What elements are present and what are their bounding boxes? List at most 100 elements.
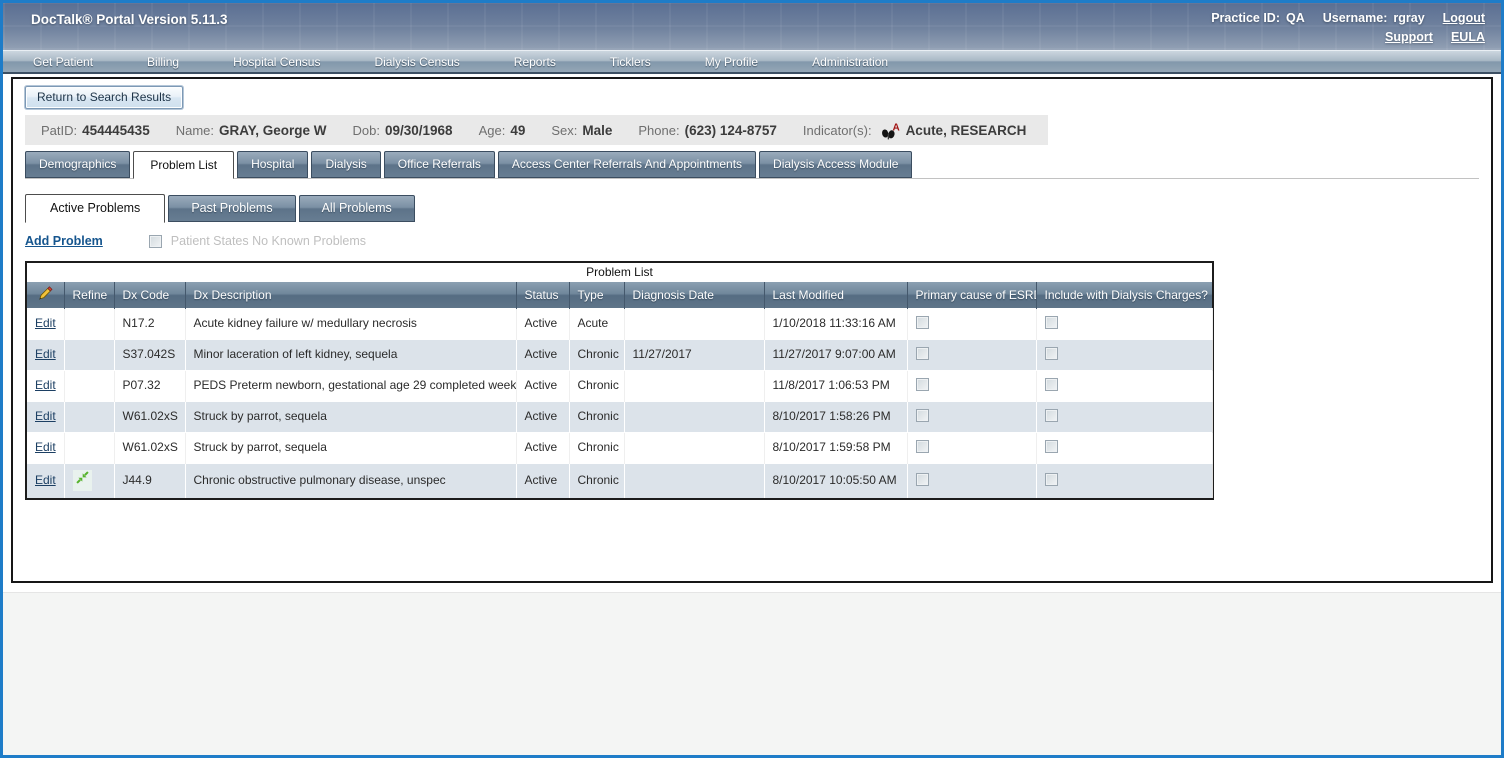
username-label: Username: [1323,11,1388,25]
support-link[interactable]: Support [1385,30,1433,44]
nav-ticklers[interactable]: Ticklers [610,55,651,69]
include-dialysis-charges-checkbox[interactable] [1045,347,1058,360]
include-dialysis-charges-checkbox[interactable] [1045,409,1058,422]
edit-link[interactable]: Edit [35,378,56,392]
diagnosis-date-cell [624,308,764,339]
last-modified-cell: 8/10/2017 10:05:50 AM [764,463,907,498]
return-to-search-button[interactable]: Return to Search Results [25,86,183,109]
edit-link[interactable]: Edit [35,347,56,361]
main-nav: Get Patient Billing Hospital Census Dial… [3,50,1501,74]
tab-dialysis-access-module[interactable]: Dialysis Access Module [759,151,912,178]
main-panel: Return to Search Results PatID:454445435… [11,77,1493,583]
content-area: Return to Search Results PatID:454445435… [3,74,1501,592]
status-cell: Active [516,432,569,463]
username-value: rgray [1393,11,1424,25]
col-last-modified: Last Modified [764,282,907,308]
svg-text:A: A [892,122,899,133]
type-cell: Chronic [569,401,624,432]
col-dx-code: Dx Code [114,282,185,308]
age-label: Age: [479,123,506,138]
pencil-icon [38,290,53,304]
tab-dialysis[interactable]: Dialysis [311,151,380,178]
tab-demographics[interactable]: Demographics [25,151,130,178]
table-row: Edit N17.2Acute kidney failure w/ medulla… [27,308,1212,339]
patient-summary-bar: PatID:454445435 Name:GRAY, George W Dob:… [25,115,1048,145]
diagnosis-date-cell: 11/27/2017 [624,339,764,370]
app-window: DocTalk® Portal Version 5.11.3 Practice … [0,0,1504,758]
col-include-dialysis-charges: Include with Dialysis Charges? [1036,282,1212,308]
col-refine: Refine [64,282,114,308]
status-cell: Active [516,308,569,339]
primary-cause-esrd-checkbox[interactable] [916,473,929,486]
add-problem-link[interactable]: Add Problem [25,234,103,248]
include-dialysis-charges-checkbox[interactable] [1045,378,1058,391]
edit-link[interactable]: Edit [35,316,56,330]
include-dialysis-charges-checkbox[interactable] [1045,316,1058,329]
patient-tabs: Demographics Problem List Hospital Dialy… [25,151,1479,179]
nav-my-profile[interactable]: My Profile [705,55,758,69]
session-line1: Practice ID:QAUsername:rgrayLogout [1205,9,1485,28]
kidney-acute-indicator-icon: A [879,122,902,143]
edit-link[interactable]: Edit [35,440,56,454]
indicators-value: Acute, RESEARCH [906,123,1027,138]
session-info: Practice ID:QAUsername:rgrayLogout Suppo… [1205,3,1485,50]
dx-code-cell: N17.2 [114,308,185,339]
last-modified-cell: 11/8/2017 1:06:53 PM [764,370,907,401]
dx-description-cell: Struck by parrot, sequela [185,432,516,463]
patid-value: 454445435 [82,123,150,138]
primary-cause-esrd-checkbox[interactable] [916,347,929,360]
dx-description-cell: PEDS Preterm newborn, gestational age 29… [185,370,516,401]
tab-hospital[interactable]: Hospital [237,151,308,178]
last-modified-cell: 8/10/2017 1:59:58 PM [764,432,907,463]
session-line2: Support EULA [1205,28,1485,47]
status-cell: Active [516,339,569,370]
tab-problem-list[interactable]: Problem List [133,151,234,179]
app-header: DocTalk® Portal Version 5.11.3 Practice … [3,3,1501,50]
table-header-row: Refine Dx Code Dx Description Status Typ… [27,282,1212,308]
subtab-active-problems[interactable]: Active Problems [25,194,165,223]
name-value: GRAY, George W [219,123,327,138]
include-dialysis-charges-checkbox[interactable] [1045,473,1058,486]
refine-icon[interactable] [73,470,92,491]
status-cell: Active [516,401,569,432]
nav-administration[interactable]: Administration [812,55,888,69]
col-diagnosis-date: Diagnosis Date [624,282,764,308]
type-cell: Chronic [569,432,624,463]
tab-office-referrals[interactable]: Office Referrals [384,151,495,178]
dx-description-cell: Struck by parrot, sequela [185,401,516,432]
nav-hospital-census[interactable]: Hospital Census [233,55,320,69]
table-caption: Problem List [27,263,1212,282]
nav-get-patient[interactable]: Get Patient [33,55,93,69]
nav-dialysis-census[interactable]: Dialysis Census [374,55,459,69]
primary-cause-esrd-checkbox[interactable] [916,316,929,329]
edit-link[interactable]: Edit [35,409,56,423]
edit-column-header [27,282,64,308]
sex-value: Male [582,123,612,138]
tab-access-center-referrals[interactable]: Access Center Referrals And Appointments [498,151,756,178]
dob-label: Dob: [353,123,380,138]
status-cell: Active [516,370,569,401]
logout-link[interactable]: Logout [1443,11,1485,25]
indicators-label: Indicator(s): [803,123,872,138]
subtab-all-problems[interactable]: All Problems [299,195,415,222]
dx-description-cell: Acute kidney failure w/ medullary necros… [185,308,516,339]
nav-billing[interactable]: Billing [147,55,179,69]
phone-label: Phone: [638,123,679,138]
diagnosis-date-cell [624,463,764,498]
problems-subtabs: Active Problems Past Problems All Proble… [25,194,1479,222]
type-cell: Chronic [569,370,624,401]
col-primary-cause-esrd: Primary cause of ESRD [907,282,1036,308]
nav-reports[interactable]: Reports [514,55,556,69]
primary-cause-esrd-checkbox[interactable] [916,409,929,422]
eula-link[interactable]: EULA [1451,30,1485,44]
primary-cause-esrd-checkbox[interactable] [916,440,929,453]
col-status: Status [516,282,569,308]
subtab-past-problems[interactable]: Past Problems [168,195,295,222]
edit-link[interactable]: Edit [35,473,56,487]
practice-id-label: Practice ID: [1211,11,1280,25]
col-dx-description: Dx Description [185,282,516,308]
primary-cause-esrd-checkbox[interactable] [916,378,929,391]
dx-code-cell: P07.32 [114,370,185,401]
include-dialysis-charges-checkbox[interactable] [1045,440,1058,453]
table-row: Edit P07.32PEDS Preterm newborn, gestatio… [27,370,1212,401]
